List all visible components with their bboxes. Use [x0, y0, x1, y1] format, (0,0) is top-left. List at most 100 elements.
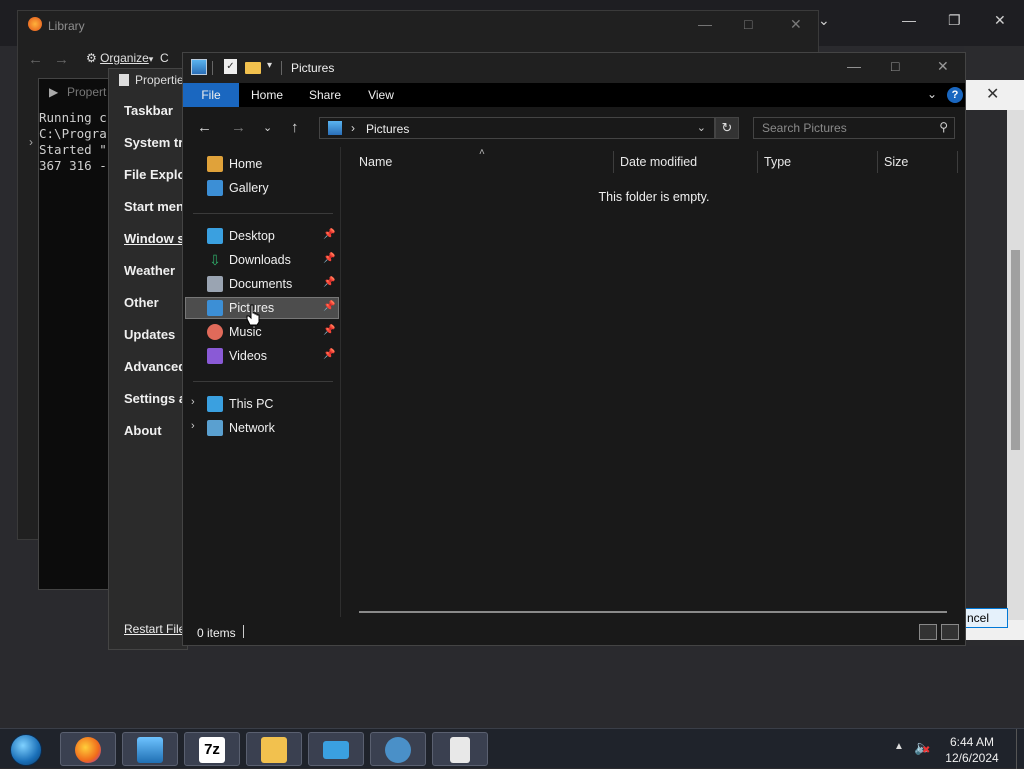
nav-system-tray[interactable]: System tr — [124, 135, 183, 150]
taskbar: 7z ▲ 🔈 ✖ 6:44 AM 12/6/2024 — [0, 728, 1024, 769]
help-icon[interactable]: ? — [947, 87, 963, 103]
nav-settings[interactable]: Settings a — [124, 391, 186, 406]
minimize-icon[interactable]: — — [847, 58, 861, 74]
firefox-icon — [75, 737, 101, 763]
taskbar-properties[interactable] — [432, 732, 488, 766]
sidebar-item-videos[interactable]: Videos 📌 — [185, 345, 339, 367]
pin-icon[interactable]: 📌 — [323, 349, 335, 360]
search-input[interactable] — [760, 120, 930, 136]
volume-muted-icon[interactable]: 🔈 ✖ — [914, 739, 931, 756]
properties-quick-icon[interactable]: ✓ — [224, 59, 237, 74]
back-icon[interactable]: ← — [28, 51, 43, 68]
show-desktop-button[interactable] — [1016, 729, 1024, 769]
nav-window-switcher[interactable]: Window s — [124, 231, 185, 246]
scrollbar[interactable] — [1007, 110, 1024, 620]
cancel-button[interactable]: ncel — [964, 608, 1008, 628]
recent-locations-icon[interactable]: ⌄ — [263, 121, 272, 134]
address-bar[interactable]: › Pictures ⌄ — [319, 117, 715, 139]
show-hidden-icons-icon[interactable]: ▲ — [894, 741, 904, 752]
sidebar-item-desktop[interactable]: Desktop 📌 — [185, 225, 339, 247]
taskbar-media[interactable] — [370, 732, 426, 766]
maximize-icon[interactable]: □ — [891, 58, 899, 74]
close-icon[interactable]: ✕ — [994, 12, 1006, 29]
sidebar-item-pictures[interactable]: Pictures 📌 — [185, 297, 339, 319]
nav-advanced[interactable]: Advanced — [124, 359, 186, 374]
sidebar-item-this-pc[interactable]: › This PC — [185, 393, 339, 415]
large-icons-view-icon[interactable] — [941, 624, 959, 640]
new-folder-icon[interactable] — [245, 62, 261, 74]
tab-view[interactable]: View — [361, 83, 401, 107]
column-divider[interactable] — [613, 151, 614, 173]
sidebar-item-home[interactable]: Home — [185, 153, 339, 175]
chevron-down-icon[interactable]: ⌄ — [818, 12, 830, 29]
taskbar-file-explorer[interactable] — [246, 732, 302, 766]
expand-ribbon-icon[interactable]: ⌄ — [927, 87, 937, 101]
sidebar-item-network[interactable]: › Network — [185, 417, 339, 439]
close-icon[interactable]: ✕ — [937, 58, 949, 75]
scrollbar-thumb[interactable] — [1011, 250, 1020, 450]
refresh-button[interactable]: ↻ — [715, 117, 739, 139]
close-icon[interactable]: ✕ — [986, 84, 999, 104]
details-view-icon[interactable] — [919, 624, 937, 640]
taskbar-firefox[interactable] — [60, 732, 116, 766]
nav-other[interactable]: Other — [124, 295, 159, 310]
organize-menu[interactable]: ⚙ Organize▾ C — [86, 51, 169, 65]
minimize-icon[interactable]: — — [698, 16, 712, 32]
sidebar-item-documents[interactable]: Documents 📌 — [185, 273, 339, 295]
pin-icon[interactable]: 📌 — [323, 253, 335, 264]
nav-updates[interactable]: Updates — [124, 327, 175, 342]
horizontal-scrollbar[interactable] — [359, 611, 947, 613]
tab-share[interactable]: Share — [305, 83, 345, 107]
nav-start-menu[interactable]: Start men — [124, 199, 184, 214]
properties-dialog-edge: ✕ ncel — [964, 80, 1024, 640]
up-icon[interactable]: ↑ — [291, 119, 299, 136]
minimize-icon[interactable]: — — [902, 12, 916, 28]
clock[interactable]: 6:44 AM 12/6/2024 — [942, 734, 1002, 766]
taskbar-photos[interactable] — [122, 732, 178, 766]
back-icon[interactable]: ← — [197, 119, 212, 136]
sidebar-item-gallery[interactable]: Gallery — [185, 177, 339, 199]
restore-icon[interactable]: ❐ — [948, 12, 961, 29]
chevron-right-icon[interactable]: › — [191, 420, 195, 432]
pin-icon[interactable]: 📌 — [323, 325, 335, 336]
navigation-pane: Home Gallery Desktop 📌 ⇩ Downloads 📌 Doc… — [183, 147, 341, 617]
start-button[interactable] — [4, 730, 48, 768]
breadcrumb-pictures[interactable]: Pictures — [366, 122, 409, 136]
pin-icon[interactable]: 📌 — [323, 277, 335, 288]
column-divider[interactable] — [957, 151, 958, 173]
pin-icon[interactable]: 📌 — [323, 301, 335, 312]
tab-file[interactable]: File — [183, 83, 239, 107]
sidebar-item-downloads[interactable]: ⇩ Downloads 📌 — [185, 249, 339, 271]
nav-file-explorer[interactable]: File Explo — [124, 167, 185, 182]
column-header-date-modified[interactable]: Date modified — [620, 155, 697, 169]
customize-quick-access-icon[interactable]: ▾ — [267, 60, 272, 71]
breadcrumb-separator-icon[interactable]: › — [351, 121, 355, 135]
column-header-size[interactable]: Size — [884, 155, 908, 169]
close-icon[interactable]: ✕ — [790, 16, 802, 33]
column-divider[interactable] — [877, 151, 878, 173]
forward-icon[interactable]: → — [54, 51, 69, 68]
chevron-right-icon[interactable]: › — [191, 396, 195, 408]
pictures-icon — [207, 300, 223, 316]
restart-file-explorer-link[interactable]: Restart File — [124, 622, 185, 636]
maximize-icon[interactable]: □ — [744, 16, 752, 32]
nav-about[interactable]: About — [124, 423, 162, 438]
nav-taskbar[interactable]: Taskbar — [124, 103, 173, 118]
pin-icon[interactable]: 📌 — [323, 229, 335, 240]
properties-title: Propertie — [135, 73, 184, 87]
taskbar-remote-desktop[interactable] — [308, 732, 364, 766]
status-bar: 0 items — [183, 617, 965, 645]
address-dropdown-icon[interactable]: ⌄ — [697, 121, 706, 134]
forward-icon[interactable]: → — [231, 119, 246, 136]
file-explorer-icon — [261, 737, 287, 763]
search-box[interactable]: ⚲ — [753, 117, 955, 139]
column-divider[interactable] — [757, 151, 758, 173]
column-header-name[interactable]: Name — [359, 155, 392, 169]
taskbar-7zip[interactable]: 7z — [184, 732, 240, 766]
tab-home[interactable]: Home — [245, 83, 289, 107]
photos-icon — [137, 737, 163, 763]
sidebar-item-music[interactable]: Music 📌 — [185, 321, 339, 343]
sidebar-item-label: This PC — [229, 397, 274, 411]
nav-weather[interactable]: Weather — [124, 263, 175, 278]
column-header-type[interactable]: Type — [764, 155, 791, 169]
